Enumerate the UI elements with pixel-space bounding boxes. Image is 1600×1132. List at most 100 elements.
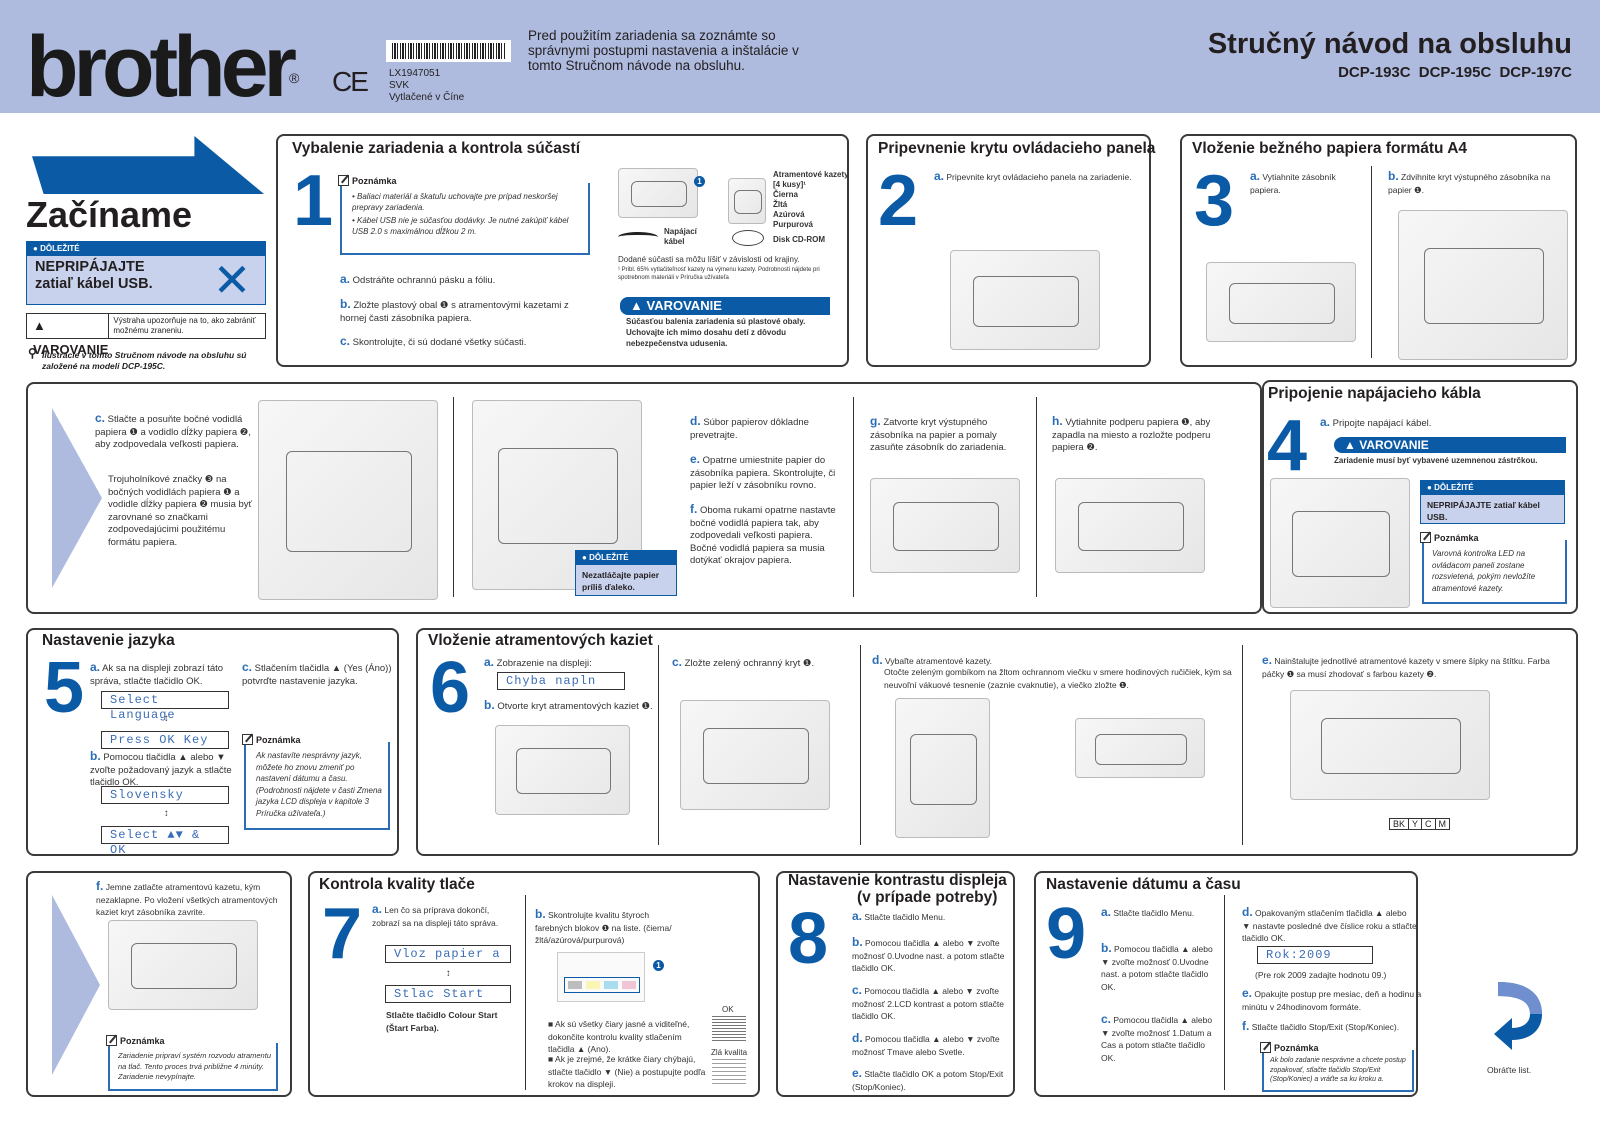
ink-label-y: Y — [1409, 819, 1423, 829]
step6-number: 6 — [430, 648, 471, 728]
note-icon — [1420, 532, 1431, 543]
step9-b: b. Pomocou tlačidla ▲ alebo ▼ zvoľte mož… — [1101, 941, 1213, 992]
important-icon: ● — [582, 553, 587, 562]
step4-a: a. Pripojte napájací kábel. — [1320, 415, 1432, 429]
step9-c: c. Pomocou tlačidla ▲ alebo ▼ zvoľte mož… — [1101, 1012, 1213, 1063]
note-icon — [242, 734, 253, 745]
step3-f: f. Oboma rukami opatrne nastavte bočné v… — [690, 502, 836, 566]
lcd-slovensky[interactable]: Slovensky — [101, 786, 229, 804]
step3-g: g. Zatvorte kryt výstupného zásobníka na… — [870, 414, 1007, 453]
print-quality-sheet — [557, 952, 645, 1002]
step8-e: e. Stlačte tlačidlo OK a potom Stop/Exit… — [852, 1066, 1004, 1092]
note-icon — [106, 1035, 117, 1046]
power-cable-label: Napájací kábel — [664, 227, 697, 246]
magnifier-icon: ⚲ — [28, 346, 37, 360]
step4-title: Pripojenie napájacieho kábla — [1268, 385, 1481, 402]
lcd-stlac-start: Stlac Start — [385, 985, 511, 1003]
lcd-rok: Rok:2009 — [1257, 946, 1373, 964]
step1-a: a. Odstráňte ochrannú pásku a fóliu. — [340, 272, 496, 286]
lcd-chyba-napln: Chyba napln — [497, 672, 625, 690]
step4-warning-bar: ▲ VAROVANIE — [1334, 437, 1566, 453]
start-important-box: ● DÔLEŽITÉ NEPRIPÁJAJTE zatiaľ kábel USB… — [26, 241, 266, 305]
ce-mark: CE — [332, 66, 369, 97]
note-icon — [1260, 1042, 1271, 1053]
illustration-note: Ilustrácie v tomto Stručnom návode na ob… — [42, 350, 247, 371]
step5-b: b. Pomocou tlačidla ▲ alebo ▼ zvoľte pož… — [90, 749, 232, 788]
barcode-lang: SVK — [389, 80, 410, 91]
lcd-alternate-arrow: ↕ — [164, 713, 169, 724]
step2-title: Pripevnenie krytu ovládacieho panela — [878, 140, 1156, 157]
note-item: • Baliaci materiál a škatuľu uchovajte p… — [352, 192, 558, 212]
turn-page-arrow-icon[interactable] — [1490, 978, 1550, 1058]
important-icon: ● — [1427, 483, 1432, 492]
step3-important-box: ● DÔLEŽITÉ Nezatláčajte papier príliš ďa… — [575, 550, 677, 596]
step8-b: b. Pomocou tlačidla ▲ alebo ▼ zvoľte mož… — [852, 935, 1005, 973]
paper-tray-illustration — [1206, 262, 1356, 342]
important-text: NEPRIPÁJAJTE zatiaľ kábel USB. — [35, 259, 153, 292]
step8-a: a. Stlačte tlačidlo Menu. — [852, 909, 946, 923]
paper-guides-illustration — [258, 400, 438, 600]
step7-b: b. Skontrolujte kvalitu štyroch farebnýc… — [535, 907, 672, 945]
footnote: ¹ Pribl. 65% vytlačiteľnosť kazety na vý… — [618, 267, 820, 281]
step5-note: Poznámka Ak nastavíte nesprávny jazyk, m… — [242, 734, 390, 830]
step8-subtitle: (v prípade potreby) — [857, 889, 998, 906]
step8-d: d. Pomocou tlačidla ▲ alebo ▼ zvoľte mož… — [852, 1031, 1000, 1057]
step4-important-box: ● DÔLEŽITÉ NEPRIPÁJAJTE zatiaľ kábel USB… — [1420, 480, 1565, 524]
ink-color-labels: BK Y C M — [1389, 818, 1451, 830]
divider — [860, 645, 861, 845]
step1-warning-bar: ▲ VAROVANIE — [620, 297, 830, 315]
step6-d2: Otočte zeleným gombíkom na žltom ochrann… — [884, 667, 1232, 690]
insert-tray-illustration — [870, 478, 1020, 573]
divider — [1224, 895, 1225, 1090]
remove-protective-cover-illustration — [680, 700, 830, 810]
step1-title: Vybalenie zariadenia a kontrola súčastí — [292, 140, 581, 157]
cartridge-label: Atramentové kazety [4 kusy]¹ Čierna Žltá A… — [773, 170, 849, 229]
paper-support-illustration — [1055, 478, 1205, 573]
control-panel-illustration — [950, 250, 1100, 350]
step1-warning-text: Súčasťou balenia zariadenia sú plastové … — [626, 317, 806, 348]
important-icon: ● — [33, 244, 38, 253]
step7-b2: ■ Ak je zrejmé, že krátke čiary chýbajú,… — [548, 1054, 706, 1089]
lcd-select-language: Select Language — [101, 691, 229, 722]
step6-a: a. Zobrazenie na displeji: — [484, 655, 592, 669]
start-title: Začíname — [26, 194, 193, 235]
step8-number: 8 — [788, 899, 829, 979]
warning-triangle-icon: ▲ — [630, 298, 643, 313]
note-text: Zariadenie pripraví systém rozvodu atram… — [118, 1051, 271, 1081]
note-text: Varovná kontrolka LED na ovládacom panel… — [1432, 549, 1536, 593]
callout-1: 1 — [653, 960, 664, 971]
step5-a: a. Ak sa na displeji zobrazí táto správa… — [90, 660, 224, 687]
step5-c: c. Stlačením tlačidla ▲ (Yes (Áno)) potv… — [242, 660, 392, 687]
lcd-select-ok: Select ▲▼ & OK — [101, 826, 229, 857]
step3-c-marks: Trojuholníkové značky ❸ na bočných vodid… — [108, 474, 253, 548]
callout-1: 1 — [694, 176, 705, 187]
push-cartridge-illustration — [108, 920, 258, 1010]
black-block — [568, 981, 582, 989]
step6-b: b. Otvorte kryt atramentových kaziet ❶. — [484, 698, 653, 712]
step1-note: Poznámka • Baliaci materiál a škatuľu uc… — [338, 175, 590, 255]
ink-cartridge-illustration — [728, 178, 766, 224]
important-text: NEPRIPÁJAJTE zatiaľ kábel USB. — [1427, 500, 1540, 522]
step6-e: e. Nainštalujte jednotlivé atramentové k… — [1262, 653, 1550, 679]
step2-a: a. Pripevnite kryt ovládacieho panela na… — [934, 169, 1132, 183]
note-label: Poznámka — [352, 176, 397, 186]
divider — [658, 645, 659, 845]
barcode — [386, 40, 511, 62]
barcode-print: Vytlačené v Číne — [389, 92, 465, 103]
usb-crossed-icon: ✕ — [212, 254, 252, 306]
note-item: • Kábel USB nie je súčasťou dodávky. Je … — [352, 216, 569, 236]
turn-page-label: Obráťte list. — [1487, 1065, 1532, 1075]
step4-note: Poznámka Varovná kontrolka LED na ovláda… — [1420, 532, 1567, 604]
step9-number: 9 — [1046, 894, 1087, 974]
start-arrow-icon — [32, 136, 264, 194]
warning-desc: Výstraha upozorňuje na to, ako zabrániť … — [113, 316, 256, 335]
page-title: Stručný návod na obsluhu — [1207, 28, 1572, 60]
important-label: DÔLEŽITÉ — [40, 244, 80, 253]
step2-number: 2 — [878, 161, 919, 241]
ink-label-c: C — [1422, 819, 1436, 829]
lcd-press-ok: Press OK Key — [101, 731, 229, 749]
ink-label-m: M — [1438, 819, 1447, 829]
step4-warning-text: Zariadenie musí byť vybavené uzemnenou z… — [1334, 456, 1538, 465]
intro-text: Pred použitím zariadenia sa zoznámte so … — [528, 28, 799, 73]
note-text: Ak nastavíte nesprávny jazyk, môžete ho … — [256, 751, 382, 818]
